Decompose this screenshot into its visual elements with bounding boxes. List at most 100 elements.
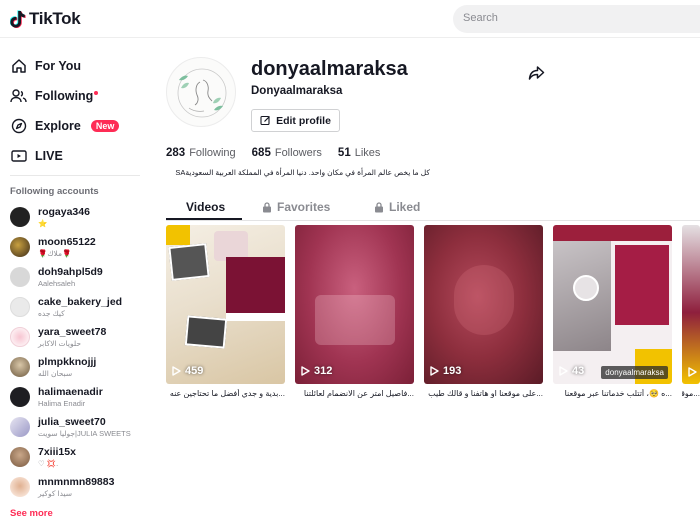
profile-avatar [166, 57, 236, 127]
watermark-tag: donyaalmaraksa [601, 366, 668, 379]
profile-tabs: Videos Favorites Liked [166, 196, 700, 221]
account-item[interactable]: halimaenadir Halima Enadir [10, 386, 103, 414]
account-name: moon65122 [38, 236, 96, 248]
avatar [10, 417, 30, 437]
avatar [10, 357, 30, 377]
new-badge: New [90, 120, 120, 132]
home-icon [10, 58, 27, 75]
video-thumbnail[interactable] [682, 225, 700, 384]
thumbnail-shape [166, 225, 190, 245]
tab-videos[interactable]: Videos [186, 200, 225, 214]
tab-label: Videos [186, 200, 226, 214]
profile-bio: كل ما يخص عالم المرأة في مكان واحد. دنيا… [175, 168, 430, 177]
view-count: 459 [172, 365, 203, 377]
tab-favorites[interactable]: Favorites [262, 200, 330, 214]
video-caption: ...على موقعنا او هاتفنا و قالك طيب [428, 389, 543, 398]
thumbnail-text-block [615, 245, 669, 325]
account-name: halimaenadir [38, 386, 103, 398]
video-caption: ...ه 🥺، أتتلب خدماتنا عبر موقعنا [564, 389, 672, 398]
nav-live[interactable]: LIVE [10, 146, 63, 166]
account-nickname: Halima Enadir [38, 399, 86, 408]
tiktok-logo[interactable]: TikTok [10, 9, 81, 29]
account-name: julia_sweet70 [38, 416, 106, 428]
profile-logo-image [177, 68, 227, 118]
compass-icon [10, 118, 27, 135]
see-more-link[interactable]: See more [10, 508, 53, 519]
view-count: 312 [301, 365, 332, 377]
play-icon [172, 366, 181, 376]
thumbnail-photo [168, 243, 210, 281]
thumbnail-photo [184, 315, 228, 349]
view-count-text: 193 [443, 365, 462, 377]
account-nickname: 🌹ملاك🌹 [38, 249, 72, 258]
notification-dot [94, 91, 99, 95]
active-tab-indicator [166, 218, 242, 220]
nav-for-you[interactable]: For You [10, 56, 81, 76]
view-count: 43 [559, 365, 584, 377]
view-count: 193 [430, 365, 461, 377]
account-name: mnmnmn89883 [38, 476, 115, 488]
avatar [10, 327, 30, 347]
nav-label: LIVE [35, 149, 63, 163]
account-item[interactable]: doh9ahpl5d9 Aalehsaleh [10, 266, 103, 294]
account-item[interactable]: 7xiii15x ♡ 💢. [10, 446, 76, 474]
avatar [10, 477, 30, 497]
account-name: yara_sweet78 [38, 326, 107, 338]
tiktok-note-icon [10, 10, 26, 28]
account-item[interactable]: rogaya346 ⭐ [10, 206, 90, 234]
account-item[interactable]: yara_sweet78 حلويات الاكابر [10, 326, 106, 354]
avatar [10, 447, 30, 467]
following-icon [10, 88, 27, 105]
thumbnail-blur [454, 265, 514, 335]
account-nickname: ♡ 💢. [38, 459, 59, 468]
following-accounts-title: Following accounts [10, 186, 99, 197]
nav-explore[interactable]: Explore New [10, 116, 120, 136]
account-nickname: كيك جده [38, 309, 65, 318]
account-nickname: سيدا كوكير [38, 489, 73, 498]
video-caption: ...موقعنا [682, 389, 700, 398]
likes-count: 51 [337, 147, 351, 159]
following-stat[interactable]: 283 Following [166, 147, 236, 159]
edit-icon [260, 115, 271, 126]
nav-label: For You [35, 59, 82, 73]
video-caption: ...فاصيل امتر عن الانضمام لعائلتنا [303, 389, 414, 398]
account-name: plmpkknojjj [38, 356, 97, 368]
share-icon[interactable] [528, 64, 545, 81]
search-input[interactable]: Search [453, 5, 700, 33]
lock-icon [375, 201, 383, 212]
top-bar: TikTok Search [0, 0, 700, 38]
video-thumbnail[interactable]: 193 [424, 225, 543, 384]
logo-text: TikTok [29, 9, 81, 28]
followers-count: 685 [251, 147, 271, 159]
search-placeholder: Search [463, 12, 498, 24]
tab-liked[interactable]: Liked [374, 200, 420, 214]
edit-profile-label: Edit profile [276, 114, 331, 127]
play-icon [301, 366, 310, 376]
account-name: doh9ahpl5d9 [38, 266, 103, 278]
likes-stat: 51 Likes [338, 147, 380, 159]
account-nickname: Aalehsaleh [38, 279, 76, 288]
account-name: 7xiii15x [38, 446, 76, 458]
account-item[interactable]: plmpkknojjj سبحان الله [10, 356, 96, 384]
nav-following[interactable]: Following [10, 86, 99, 106]
thumbnail-banner [553, 225, 672, 241]
account-item[interactable]: mnmnmn89883 سيدا كوكير [10, 476, 114, 504]
thumbnail-banner [226, 257, 285, 313]
live-icon [10, 148, 27, 165]
followers-stat[interactable]: 685 Followers [252, 147, 322, 159]
video-thumbnail[interactable]: 459 [166, 225, 285, 384]
video-thumbnail[interactable]: 43 donyaalmaraksa [553, 225, 672, 384]
account-item[interactable]: cake_bakery_jed كيك جده [10, 296, 122, 324]
profile-username: donyaalmaraksa [251, 58, 408, 80]
lock-icon [263, 201, 271, 212]
account-item[interactable]: moon65122 🌹ملاك🌹 [10, 236, 96, 264]
avatar [10, 387, 30, 407]
video-thumbnail[interactable]: 312 [295, 225, 414, 384]
account-item[interactable]: julia_sweet70 جوليا سويت|JULIA SWEETS [10, 416, 131, 444]
edit-profile-button[interactable]: Edit profile [251, 109, 340, 132]
profile-nickname: Donyaalmaraksa [251, 85, 343, 97]
avatar [10, 297, 30, 317]
account-name: rogaya346 [38, 206, 90, 218]
thumbnail-shape [573, 275, 599, 301]
followers-label: Followers [274, 147, 322, 159]
